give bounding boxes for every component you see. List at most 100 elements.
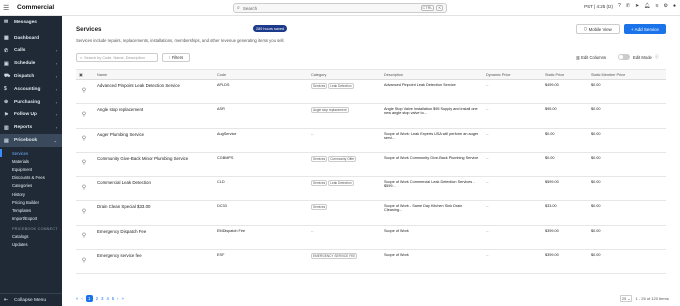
edit-mode-control: Edit Mode ⓘ xyxy=(618,54,659,60)
service-name[interactable]: Community Give-Back Minor Plumbing Servi… xyxy=(94,152,214,178)
service-dynamic-price: -- xyxy=(483,200,542,226)
sidebar-item-reports[interactable]: ▥ Reports › xyxy=(0,121,62,134)
next-page-icon[interactable]: › xyxy=(117,296,118,301)
service-name[interactable]: Emergency service fee xyxy=(94,249,214,275)
menu-icon[interactable]: ☰ xyxy=(3,4,13,12)
table-row[interactable]: ⚲ Advanced Pinpoint Leak Detection Servi… xyxy=(76,79,666,105)
page-number[interactable]: 3 xyxy=(101,296,103,301)
service-name[interactable]: Drain Clean Special $33.00 xyxy=(94,200,214,226)
dollar-icon: $ xyxy=(4,86,7,93)
table-row[interactable]: ⚲ Angle stop replacement ASR Angle stop … xyxy=(76,103,666,129)
service-category: Services Leak Detection xyxy=(308,79,381,105)
service-name[interactable]: Angle stop replacement xyxy=(94,103,214,129)
column-header-static-member-price[interactable]: Static Member Price xyxy=(588,69,666,80)
global-search[interactable]: ⌕ Search CTRL K xyxy=(233,3,447,13)
sidebar-item-accounting[interactable]: $ Accounting › xyxy=(0,83,62,96)
sidebar-item-messages[interactable]: ✉ Messages xyxy=(0,16,62,29)
service-name[interactable]: Commercial Leak Detection xyxy=(94,176,214,202)
sidebar-item-calls[interactable]: ✆ Calls › xyxy=(0,45,62,58)
table-row[interactable]: ⚲ Drain Clean Special $33.00 DC33 Servic… xyxy=(76,200,666,226)
column-header-image: ▣ xyxy=(76,69,94,80)
table-row[interactable]: ⚲ Community Give-Back Minor Plumbing Ser… xyxy=(76,152,666,178)
send-icon[interactable]: ➤ xyxy=(635,3,639,9)
first-page-icon[interactable]: « xyxy=(76,296,78,301)
services-table: ▣ Name Code Category Description Dynamic… xyxy=(76,69,666,275)
service-member-price: $0.00 xyxy=(588,249,666,275)
service-category: -- xyxy=(308,128,381,153)
last-page-icon[interactable]: » xyxy=(122,296,124,301)
service-name[interactable]: Emergency Dispatch Fee xyxy=(94,225,214,251)
table-row[interactable]: ⚲ Emergency service fee ESF EMERGENCY SE… xyxy=(76,249,666,275)
service-category: Services xyxy=(308,200,381,226)
avatar[interactable]: ● xyxy=(673,3,676,9)
edit-columns-button[interactable]: ▥ Edit Columns xyxy=(576,55,606,60)
collapse-menu-button[interactable]: ⇤ Collapse Menu xyxy=(0,293,62,306)
filters-button[interactable]: ⫶ Filters xyxy=(162,53,190,62)
sidebar-item-schedule[interactable]: ▣ Schedule › xyxy=(0,57,62,70)
mobile-view-button[interactable]: ▯ Mobile View xyxy=(576,24,620,34)
service-search-input[interactable]: ⌕ Search by Code, Name, Description xyxy=(76,53,158,62)
service-code: CGBMPS xyxy=(214,152,308,178)
sidebar-item-label: Schedule xyxy=(14,61,36,67)
calendar-icon: ▣ xyxy=(4,60,9,67)
sidebar: ✉ Messages ▦ Dashboard ✆ Calls › ▣ Schedule › … xyxy=(0,16,62,306)
main-content: Services 289 hours saved ▯ Mobile View + … xyxy=(62,16,680,306)
bell-icon[interactable]: 🔔︎ xyxy=(644,3,650,9)
cart-icon: ⊕ xyxy=(4,99,9,106)
service-member-price: $0.00 xyxy=(588,128,666,153)
sidebar-sub-history[interactable]: History xyxy=(0,190,62,198)
column-header-category[interactable]: Category xyxy=(308,69,381,80)
category-tag: Services xyxy=(311,83,328,89)
sidebar-item-pricebook[interactable]: ▤ Pricebook ⌄ xyxy=(0,134,62,147)
sidebar-sub-discounts-fees[interactable]: Discounts & Fees xyxy=(0,174,62,182)
column-header-dynamic-price[interactable]: Dynamic Price xyxy=(483,69,542,80)
column-header-code[interactable]: Code xyxy=(214,69,308,80)
service-dynamic-price: -- xyxy=(483,176,542,202)
column-header-name[interactable]: Name xyxy=(94,69,214,80)
column-header-static-price[interactable]: Static Price xyxy=(542,69,588,80)
service-image-icon: ⚲ xyxy=(81,257,87,264)
sidebar-sub-categories[interactable]: Categories xyxy=(0,182,62,190)
filters-label: Filters xyxy=(171,55,184,60)
page-number[interactable]: 2 xyxy=(96,296,98,301)
page-size-select[interactable]: 25 ⌄ xyxy=(620,295,633,302)
sidebar-item-purchasing[interactable]: ⊕ Purchasing › xyxy=(0,96,62,109)
sidebar-item-follow-up[interactable]: ⚑ Follow Up › xyxy=(0,109,62,122)
help-circle-icon[interactable]: ⓘ xyxy=(655,54,659,60)
service-member-price: $0.00 xyxy=(588,152,666,178)
page-number[interactable]: 4 xyxy=(106,296,108,301)
sidebar-item-dashboard[interactable]: ▦ Dashboard xyxy=(0,32,62,45)
edit-mode-toggle[interactable] xyxy=(618,54,630,60)
page-number-current[interactable]: 1 xyxy=(85,295,93,302)
service-description: Scope of Work - Same Day Kitchen Sink Dr… xyxy=(381,200,483,226)
list-icon[interactable]: ≡ xyxy=(656,3,659,9)
sidebar-item-dispatch[interactable]: ⛟ Dispatch › xyxy=(0,70,62,83)
page-number[interactable]: 5 xyxy=(112,296,114,301)
category-tag: Services xyxy=(311,155,328,162)
phone-icon[interactable]: ✆ xyxy=(626,3,630,9)
sidebar-sub-materials[interactable]: Materials xyxy=(0,157,62,165)
kbd-k: K xyxy=(436,5,443,11)
service-name[interactable]: Auger Plumbing Service xyxy=(94,128,214,153)
table-row[interactable]: ⚲ Auger Plumbing Service AugService -- S… xyxy=(76,128,666,153)
add-service-button[interactable]: + Add Service xyxy=(624,24,666,34)
service-code: ESF xyxy=(214,249,308,275)
sidebar-sub-equipment[interactable]: Equipment xyxy=(0,165,62,173)
settings-icon[interactable]: ⚙ xyxy=(663,3,667,9)
sidebar-sub-import-export[interactable]: Import/Export xyxy=(0,214,62,222)
search-icon: ⌕ xyxy=(237,5,240,11)
sidebar-sub-updates[interactable]: Updates xyxy=(0,241,62,249)
sidebar-sub-catalogs[interactable]: Catalogs xyxy=(0,233,62,241)
prev-page-icon[interactable]: ‹ xyxy=(81,296,82,301)
table-row[interactable]: ⚲ Emergency Dispatch Fee EMDispatch Fee … xyxy=(76,225,666,251)
service-member-price: $0.00 xyxy=(588,79,666,105)
sidebar-sub-templates[interactable]: Templates xyxy=(0,206,62,214)
chat-icon: ✉ xyxy=(4,19,9,26)
service-name[interactable]: Advanced Pinpoint Leak Detection Service xyxy=(94,79,214,105)
help-icon[interactable]: ? xyxy=(618,3,621,9)
column-header-description[interactable]: Description xyxy=(381,69,483,80)
sidebar-sub-pricing-builder[interactable]: Pricing Builder xyxy=(0,198,62,206)
sidebar-sub-services[interactable]: Services xyxy=(0,148,62,158)
sidebar-item-label: Follow Up xyxy=(14,112,37,118)
table-row[interactable]: ⚲ Commercial Leak Detection CLD Services… xyxy=(76,176,666,202)
